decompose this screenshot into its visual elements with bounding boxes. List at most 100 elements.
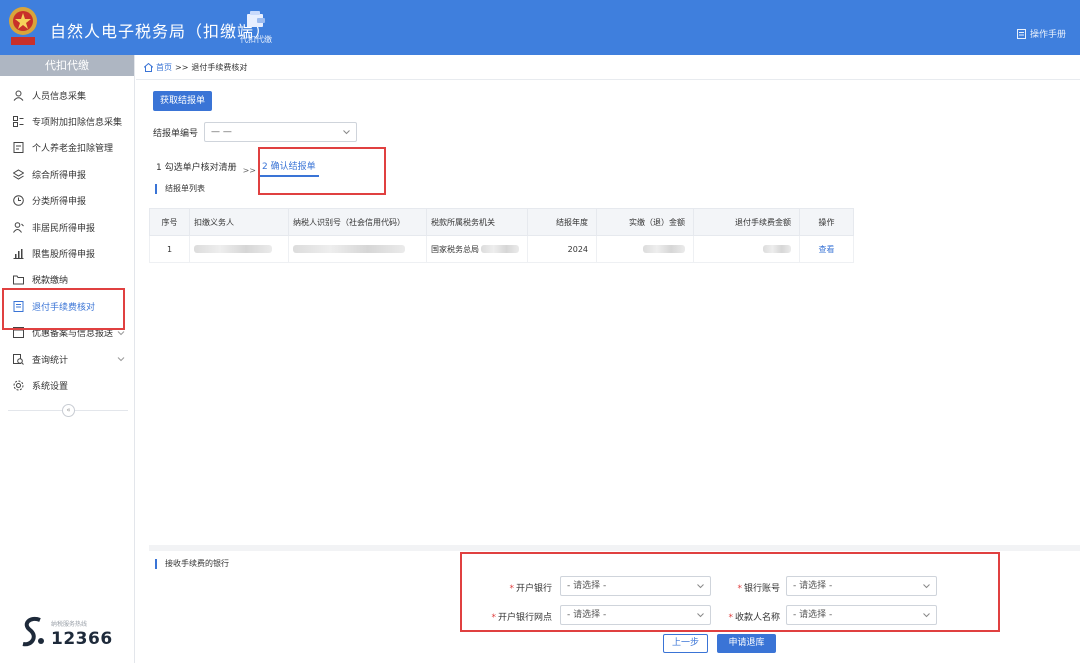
redacted-value <box>643 245 685 253</box>
report-number-row: 结报单编号 — — <box>153 122 358 142</box>
sidebar-item-classified-income[interactable]: 分类所得申报 <box>0 188 134 214</box>
report-list-title: 结报单列表 <box>155 183 205 194</box>
sidebar-item-label: 综合所得申报 <box>32 170 87 181</box>
sidebar: 代扣代缴 人员信息采集 专项附加扣除信息采集 个人养老金扣除管理 综合所得申报 … <box>0 55 135 663</box>
section-marker <box>155 558 157 569</box>
report-list-title-text: 结报单列表 <box>165 184 205 193</box>
wallet-icon <box>247 11 265 27</box>
breadcrumb: 首页 >> 退付手续费核对 <box>144 62 247 73</box>
manual-icon <box>1016 28 1026 39</box>
redacted-value <box>194 245 272 253</box>
column-header: 税款所属税务机关 <box>426 208 528 236</box>
paid-amount-cell <box>596 235 694 263</box>
clock-icon <box>13 195 24 207</box>
step-separator: >> <box>242 165 256 175</box>
column-header: 扣缴义务人 <box>189 208 289 236</box>
get-report-button[interactable]: 获取结报单 <box>153 91 212 111</box>
table-row: 1 国家税务总局 2024 查看 <box>149 235 854 263</box>
column-header: 实缴（退）金额 <box>596 208 694 236</box>
report-number-label: 结报单编号 <box>153 128 199 139</box>
breadcrumb-divider <box>136 79 1080 80</box>
app-window: 自然人电子税务局（扣缴端） 代扣代缴 操作手册 代扣代缴 人员信息采集 专项附加… <box>0 0 1080 663</box>
hotline-number: 12366 <box>51 629 113 649</box>
report-number-select[interactable]: — — <box>204 122 358 142</box>
person-outline-icon <box>13 221 24 233</box>
gear-icon <box>13 380 24 391</box>
breadcrumb-home[interactable]: 首页 <box>156 62 172 73</box>
sidebar-heading: 代扣代缴 <box>0 55 134 76</box>
previous-step-button[interactable]: 上一步 <box>663 634 708 653</box>
bank-section-title: 接收手续费的银行 <box>155 558 229 569</box>
sidebar-collapse-button[interactable]: « <box>62 404 75 417</box>
main-content: 首页 >> 退付手续费核对 获取结报单 结报单编号 — — 1 勾选单户核对清册… <box>136 55 1080 663</box>
sidebar-item-special-deduction[interactable]: 专项附加扣除信息采集 <box>0 108 134 134</box>
hotline-logo-icon <box>22 617 44 647</box>
service-hotline: 纳税服务热线 12366 <box>20 616 130 650</box>
chevron-down-icon <box>117 357 125 362</box>
sidebar-item-personnel[interactable]: 人员信息采集 <box>0 82 134 108</box>
hotline-label: 纳税服务热线 <box>51 621 88 628</box>
row-index: 1 <box>149 235 190 263</box>
tab-withholding-label: 代扣代缴 <box>240 35 272 44</box>
breadcrumb-separator: >> <box>175 63 189 72</box>
sidebar-item-label: 税款缴纳 <box>32 276 69 287</box>
report-number-value: — — <box>211 127 232 137</box>
highlight-step-2 <box>258 147 386 195</box>
sidebar-item-label: 限售股所得申报 <box>32 250 96 261</box>
person-icon <box>13 90 24 101</box>
horizontal-scrollbar[interactable] <box>149 545 1080 551</box>
sidebar-item-label: 非居民所得申报 <box>32 223 96 234</box>
home-icon <box>144 63 153 72</box>
search-list-icon <box>13 353 24 365</box>
report-year-cell: 2024 <box>527 235 597 263</box>
column-header: 序号 <box>149 208 190 236</box>
step-1-tab[interactable]: 1 勾选单户核对清册 <box>153 160 240 176</box>
sidebar-item-label: 专项附加扣除信息采集 <box>32 118 123 129</box>
report-table: 序号 扣缴义务人 纳税人识别号（社会信用代码） 税款所属税务机关 结报年度 实缴… <box>149 208 854 263</box>
column-header: 纳税人识别号（社会信用代码） <box>288 208 427 236</box>
app-title: 自然人电子税务局（扣缴端） <box>50 22 272 41</box>
column-header: 退付手续费金额 <box>693 208 800 236</box>
view-link[interactable]: 查看 <box>819 245 835 254</box>
highlight-sidebar-item <box>2 288 125 330</box>
sidebar-item-query-statistics[interactable]: 查询统计 <box>0 346 134 372</box>
tab-withholding[interactable]: 代扣代缴 <box>240 11 272 45</box>
sidebar-menu: 人员信息采集 专项附加扣除信息采集 个人养老金扣除管理 综合所得申报 分类所得申… <box>0 76 134 399</box>
highlight-bank-fields <box>460 552 1000 632</box>
manual-link[interactable]: 操作手册 <box>1016 27 1066 40</box>
breadcrumb-current: 退付手续费核对 <box>191 63 248 72</box>
sidebar-item-comprehensive-income[interactable]: 综合所得申报 <box>0 161 134 187</box>
redacted-value <box>481 245 519 253</box>
withholding-agent-cell <box>189 235 289 263</box>
refund-fee-cell <box>693 235 800 263</box>
action-cell: 查看 <box>799 235 854 263</box>
sidebar-item-label: 分类所得申报 <box>32 197 87 208</box>
sidebar-item-nonresident-income[interactable]: 非居民所得申报 <box>0 214 134 240</box>
sidebar-item-pension[interactable]: 个人养老金扣除管理 <box>0 135 134 161</box>
tax-office-text: 国家税务总局 <box>431 244 479 254</box>
sidebar-item-label: 人员信息采集 <box>32 91 87 102</box>
bar-chart-icon <box>13 249 24 260</box>
sidebar-item-label: 系统设置 <box>32 381 69 392</box>
bank-section-title-text: 接收手续费的银行 <box>165 559 229 568</box>
table-header-row: 序号 扣缴义务人 纳税人识别号（社会信用代码） 税款所属税务机关 结报年度 实缴… <box>149 208 854 236</box>
sidebar-item-label: 个人养老金扣除管理 <box>32 144 114 155</box>
column-header: 操作 <box>799 208 854 236</box>
chevron-down-icon <box>343 130 350 135</box>
taxpayer-id-cell <box>288 235 427 263</box>
redacted-value <box>293 245 405 253</box>
redacted-value <box>763 245 791 253</box>
grid-icon <box>13 116 24 128</box>
layers-icon <box>13 169 24 180</box>
sidebar-item-restricted-shares[interactable]: 限售股所得申报 <box>0 240 134 266</box>
tax-office-cell: 国家税务总局 <box>426 235 528 263</box>
sidebar-item-system-settings[interactable]: 系统设置 <box>0 372 134 398</box>
apply-refund-button[interactable]: 申请退库 <box>717 634 776 653</box>
section-marker <box>155 183 157 194</box>
document-icon <box>13 142 24 154</box>
tax-emblem-icon <box>9 7 37 45</box>
top-header: 自然人电子税务局（扣缴端） 代扣代缴 操作手册 <box>0 0 1080 55</box>
folder-icon <box>13 275 24 285</box>
sidebar-item-label: 查询统计 <box>32 355 69 366</box>
manual-link-label: 操作手册 <box>1029 30 1066 40</box>
